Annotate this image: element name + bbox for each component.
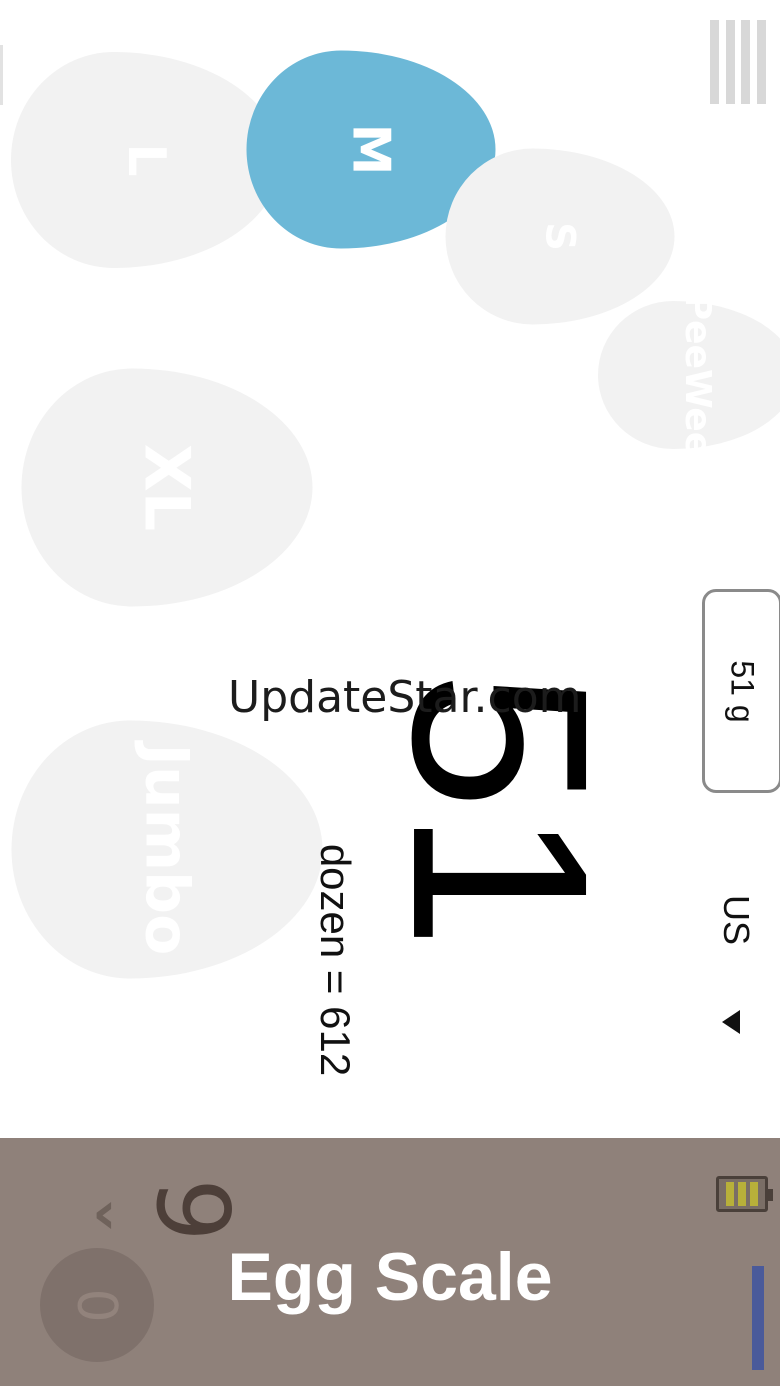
menu-icon-bar <box>741 20 751 104</box>
battery-icon <box>716 1176 773 1212</box>
watermark: UpdateStar.com <box>228 672 582 723</box>
menu-icon-bar <box>756 20 766 104</box>
egg-count-value: 9 <box>134 1178 251 1242</box>
menu-icon-bar <box>725 20 735 104</box>
dozen-readout: dozen = 612 <box>300 820 370 1100</box>
battery-cell <box>750 1182 758 1206</box>
egg-size-xl-button[interactable]: XL <box>21 368 313 607</box>
region-selector[interactable]: US <box>700 880 772 960</box>
egg-size-label: S <box>537 222 583 251</box>
egg-size-jumbo-button[interactable]: Jumbo <box>11 720 323 979</box>
egg-size-label: Jumbo <box>132 743 202 956</box>
unit-weight-button[interactable]: 51 g <box>702 589 780 793</box>
level-bar <box>752 1266 764 1370</box>
edge-mark <box>0 45 3 105</box>
triangle-left-icon[interactable] <box>722 1010 740 1034</box>
battery-cell <box>738 1182 746 1206</box>
egg-size-peewee-button[interactable]: PeeWee <box>598 294 780 456</box>
egg-size-label: XL <box>131 443 204 532</box>
menu-icon-bar <box>710 20 719 104</box>
footer-bar: ‹ 9 0 Egg Scale <box>0 1138 780 1386</box>
dozen-text: dozen = 612 <box>312 843 359 1077</box>
region-label: US <box>715 894 757 946</box>
app-title: Egg Scale <box>227 1239 553 1315</box>
egg-size-s-button[interactable]: S <box>445 148 675 325</box>
egg-size-label: PeeWee <box>677 293 718 457</box>
battery-cell <box>726 1182 734 1206</box>
chevron-left-icon[interactable]: ‹ <box>92 1183 117 1243</box>
egg-size-label: L <box>116 143 176 177</box>
egg-size-l-button[interactable]: L <box>11 52 281 268</box>
egg-size-label: M <box>341 123 401 176</box>
menu-icon[interactable] <box>710 20 766 104</box>
unit-weight-label: 51 g <box>724 659 761 723</box>
